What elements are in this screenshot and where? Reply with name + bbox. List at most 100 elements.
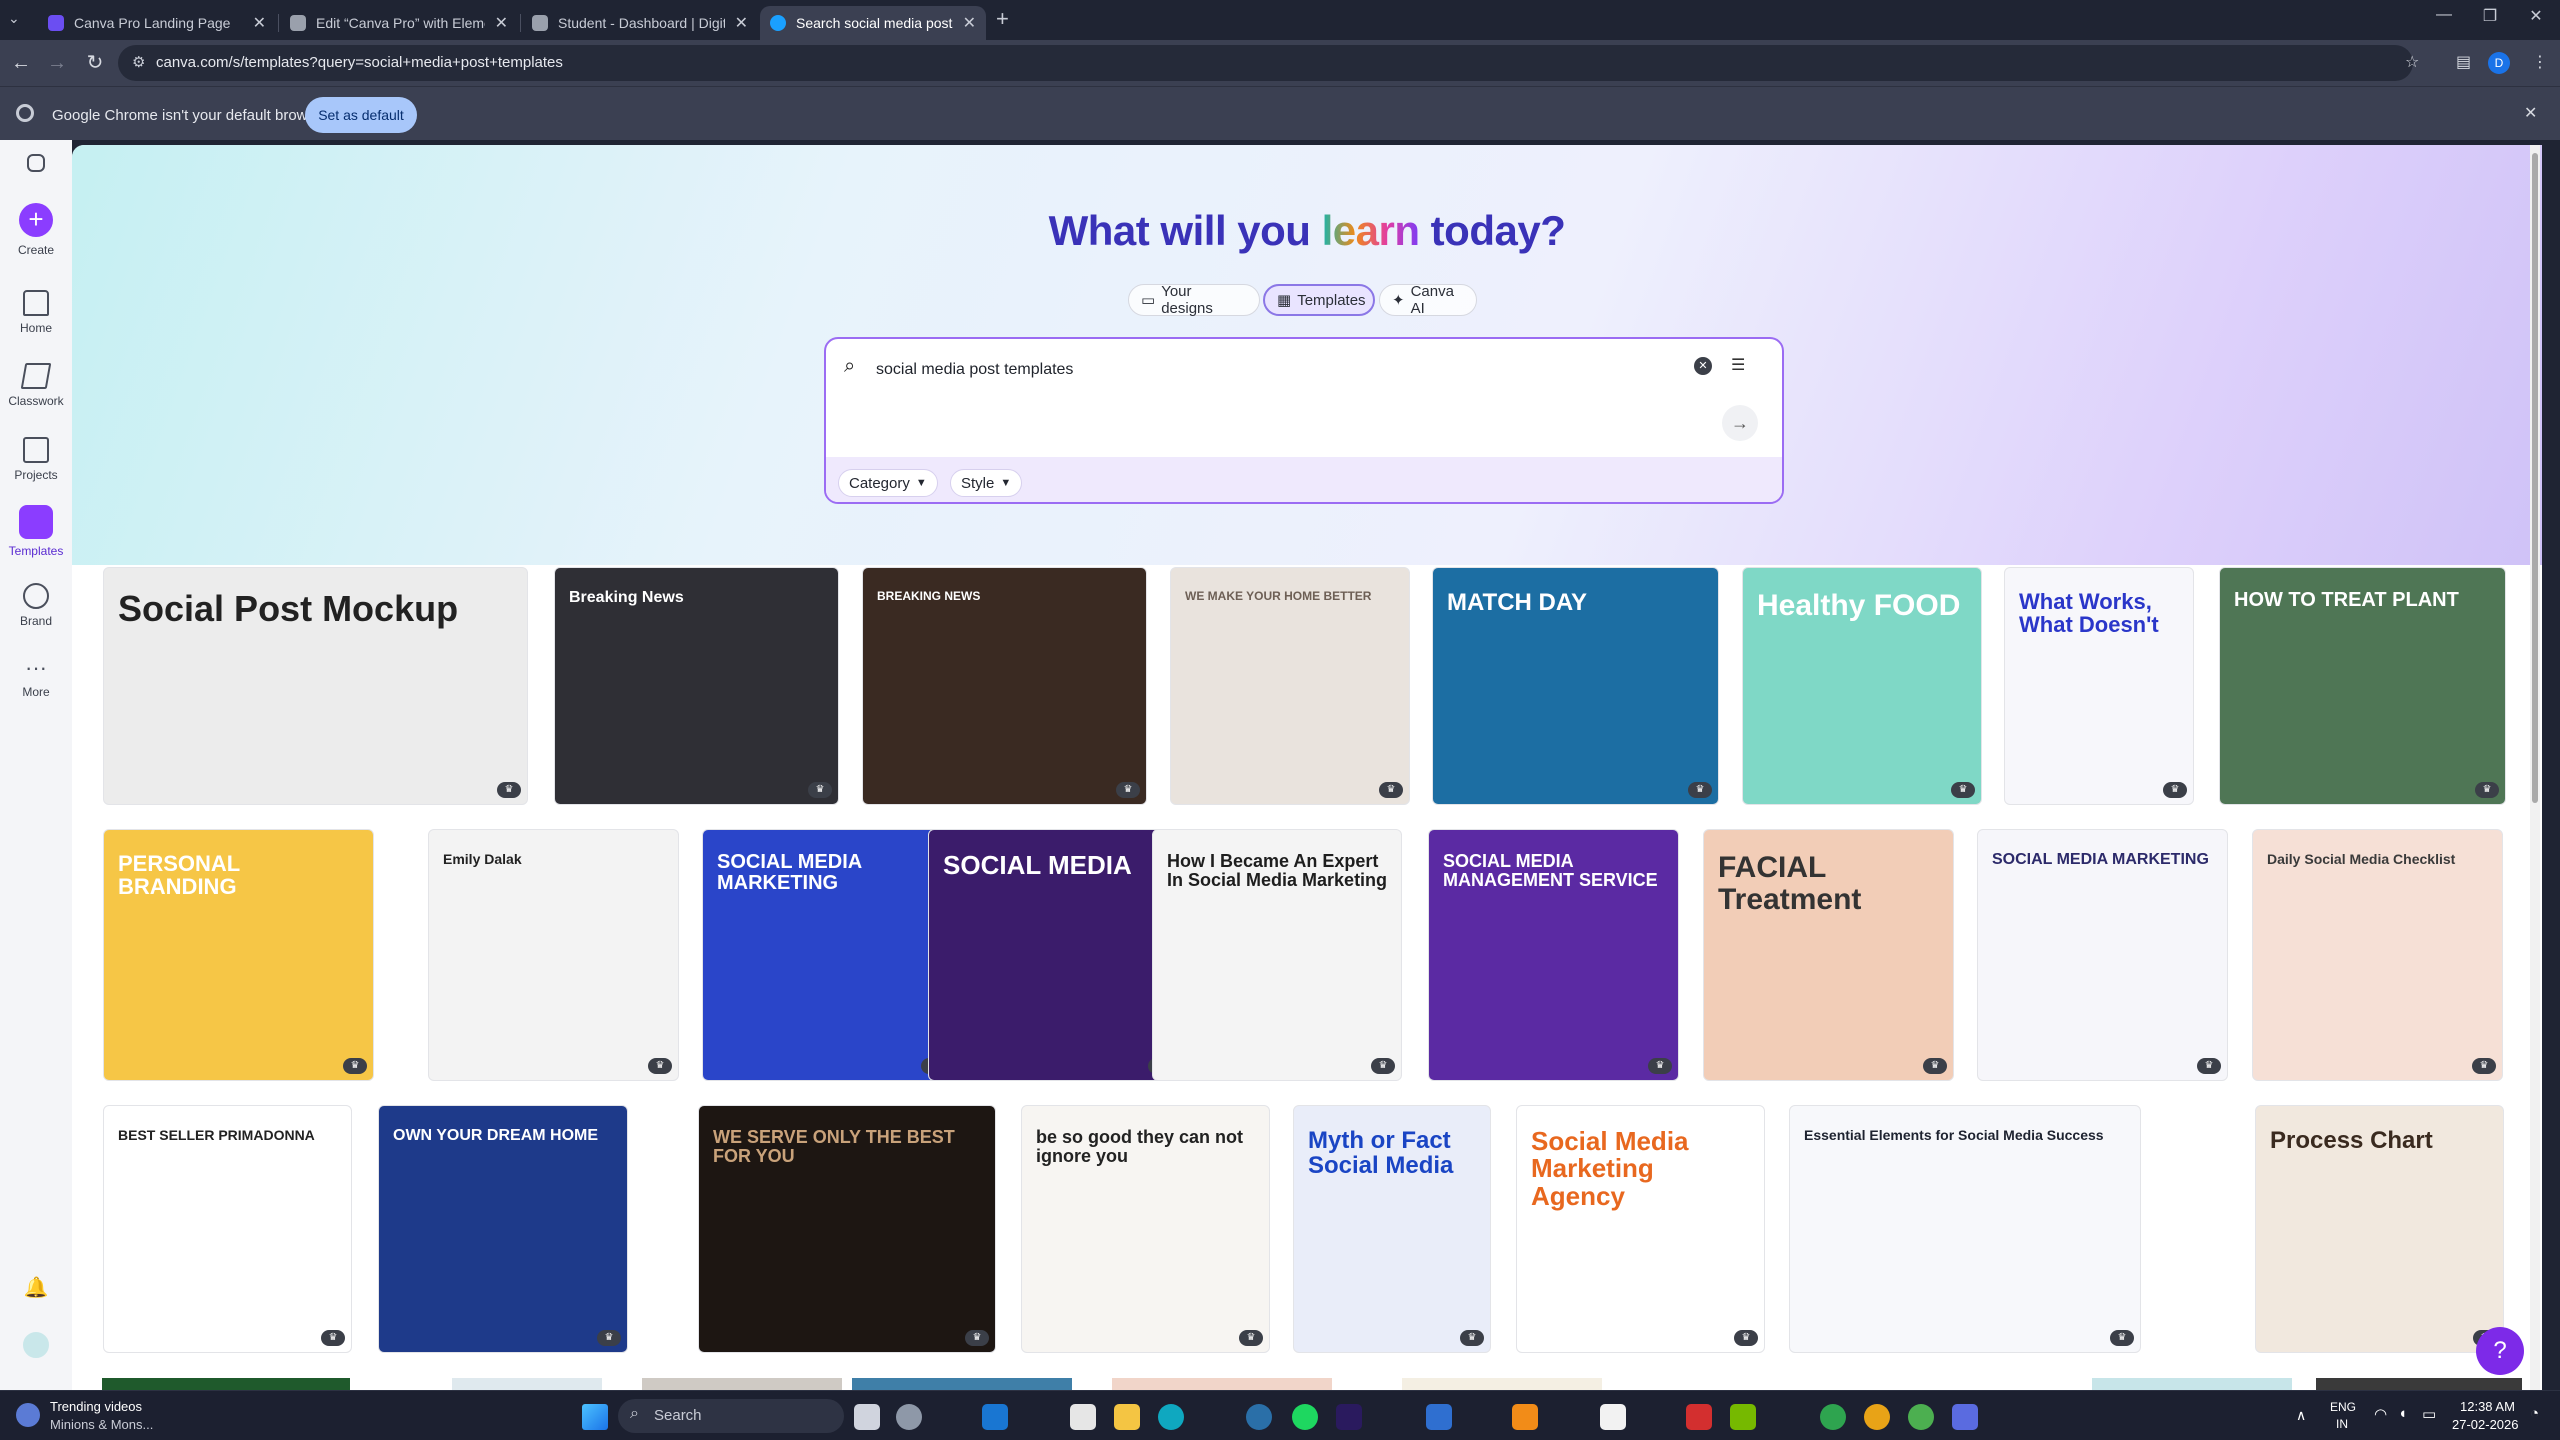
template-card-partial[interactable] [642,1378,842,1390]
browser-tab-student-dashboard[interactable]: Student - Dashboard | Digital T ✕ [522,6,758,40]
browser-tab-canva-pro-landing[interactable]: Canva Pro Landing Page ✕ [38,6,276,40]
template-card-partial[interactable] [2316,1378,2522,1390]
sidebar-item-home[interactable]: Home [0,290,72,335]
notion-icon[interactable] [1600,1404,1626,1430]
template-card[interactable]: Social Media Marketing Agency ♛ [1516,1105,1765,1353]
steam-icon[interactable] [1246,1404,1272,1430]
notification-bell-icon[interactable]: ◔ [2530,1405,2539,1422]
app-64-icon[interactable] [1686,1404,1712,1430]
template-card[interactable]: FACIAL Treatment ♛ [1703,829,1954,1081]
template-card-partial[interactable] [1112,1378,1332,1390]
url-text[interactable]: canva.com/s/templates?query=social+media… [156,54,563,71]
tab-search-icon[interactable]: ⌄ [8,10,20,27]
site-info-icon[interactable]: ⚙ [132,53,145,71]
minimize-icon[interactable]: — [2424,6,2464,24]
template-card[interactable]: Breaking News ♛ [554,567,839,805]
template-card[interactable]: HOW TO TREAT PLANT ♛ [2219,567,2506,805]
template-card[interactable]: Social Post Mockup ♛ [103,567,528,805]
chrome-icon[interactable] [1820,1404,1846,1430]
template-card[interactable]: BREAKING NEWS ♛ [862,567,1147,805]
back-icon[interactable]: ← [6,48,36,78]
template-card[interactable]: WE MAKE YOUR HOME BETTER ♛ [1170,567,1410,805]
app-blue-icon[interactable] [1952,1404,1978,1430]
template-card[interactable]: Process Chart♛ [2255,1105,2504,1353]
template-card[interactable]: How I Became An Expert In Social Media M… [1152,829,1402,1081]
template-card[interactable]: PERSONAL BRANDING ♛ [103,829,374,1081]
template-card[interactable]: WE SERVE ONLY THE BEST FOR YOU ♛ [698,1105,996,1353]
close-tab-icon[interactable]: ✕ [495,13,508,33]
wifi-icon[interactable]: ◠ [2374,1405,2387,1423]
search-input[interactable]: social media post templates [876,361,1073,379]
profile-avatar[interactable]: D [2488,52,2510,74]
battery-icon[interactable]: ▭ [2422,1405,2436,1423]
notifications-button[interactable]: 🔔 [0,1275,72,1300]
template-card[interactable]: be so good they can not ignore you ♛ [1021,1105,1270,1353]
template-card[interactable]: Essential Elements for Social Media Succ… [1789,1105,2141,1353]
page-scrollbar[interactable] [2530,145,2540,1390]
tab-templates[interactable]: ▦ Templates [1263,284,1375,316]
sidebar-item-classwork[interactable]: Classwork [0,363,72,408]
template-card-partial[interactable] [452,1378,602,1390]
filter-sliders-icon[interactable]: ☰ [1731,355,1745,375]
chrome-profile-icon[interactable] [1864,1404,1890,1430]
template-card[interactable]: Myth or Fact Social Media ♛ [1293,1105,1491,1353]
new-tab-button[interactable]: + [996,6,1009,32]
template-card[interactable]: Emily Dalak ♛ [428,829,679,1081]
nvidia-icon[interactable] [1730,1404,1756,1430]
settings-icon[interactable] [896,1404,922,1430]
template-card[interactable]: MATCH DAY ♛ [1432,567,1719,805]
template-card[interactable]: SOCIAL MEDIA MARKETING♛ [702,829,952,1081]
language-indicator[interactable]: ENG [2330,1400,2356,1414]
spotify-icon[interactable] [1292,1404,1318,1430]
app-green-icon[interactable] [1908,1404,1934,1430]
start-menu-icon[interactable] [582,1404,608,1430]
set-as-default-button[interactable]: Set as default [305,97,417,133]
sidebar-item-projects[interactable]: Projects [0,437,72,482]
submit-arrow-icon[interactable]: → [1722,405,1758,441]
template-card[interactable]: What Works, What Doesn't ♛ [2004,567,2194,805]
template-card[interactable]: SOCIAL MEDIA MARKETING♛ [1977,829,2228,1081]
sidebar-item-create[interactable]: + Create [0,203,72,257]
reload-icon[interactable]: ↻ [80,48,110,78]
help-button[interactable]: ? [2476,1327,2524,1375]
browser-tab-canva-search[interactable]: Search social media post templ ✕ [760,6,986,40]
edge-icon[interactable] [1158,1404,1184,1430]
outlook-icon[interactable] [982,1404,1008,1430]
template-card[interactable]: Daily Social Media Checklist ♛ [2252,829,2503,1081]
forward-icon[interactable]: → [42,48,72,78]
sidebar-item-more[interactable]: ··· More [0,657,72,700]
sidebar-item-brand[interactable]: Brand [0,583,72,628]
extensions-icon[interactable]: ▤ [2456,52,2471,72]
bookmark-star-icon[interactable]: ☆ [2405,52,2419,72]
close-tab-icon[interactable]: ✕ [735,13,748,33]
tab-your-designs[interactable]: ▭ Your designs [1128,283,1260,317]
sidebar-toggle[interactable] [0,154,72,177]
close-window-icon[interactable]: ✕ [2516,6,2556,26]
task-view-icon[interactable] [854,1404,880,1430]
template-card[interactable]: Healthy FOOD ♛ [1742,567,1982,805]
clock-time[interactable]: 12:38 AM [2460,1399,2515,1414]
close-tab-icon[interactable]: ✕ [253,13,266,33]
close-tab-icon[interactable]: ✕ [963,13,976,33]
volume-icon[interactable]: ◖ [2398,1405,2407,1422]
template-card[interactable]: SOCIAL MEDIA♛ [928,829,1179,1081]
vlc-icon[interactable] [1512,1404,1538,1430]
weather-widget[interactable]: Trending videos Minions & Mons... [16,1399,216,1435]
maximize-icon[interactable]: ❐ [2470,6,2510,26]
clear-search-icon[interactable]: ✕ [1694,357,1712,375]
sidebar-item-templates[interactable]: Templates [0,505,72,558]
file-explorer-icon[interactable] [1114,1404,1140,1430]
template-card-partial[interactable] [2092,1378,2292,1390]
style-filter-dropdown[interactable]: Style ▼ [950,469,1023,497]
category-filter-dropdown[interactable]: Category ▼ [838,469,938,497]
template-card[interactable]: OWN YOUR DREAM HOME ♛ [378,1105,628,1353]
browser-tab-elementor[interactable]: Edit “Canva Pro” with Elemento ✕ [280,6,518,40]
close-infobar-icon[interactable]: ✕ [2524,103,2537,123]
tray-chevron-icon[interactable]: ∧ [2296,1407,2306,1424]
chrome-menu-icon[interactable]: ⋮ [2532,52,2548,72]
template-card-partial[interactable] [102,1378,350,1390]
taskbar-search[interactable]: ⌕ Search [618,1399,844,1433]
scrollbar-thumb[interactable] [2532,153,2538,803]
template-card[interactable]: BEST SELLER PRIMADONNA ♛ [103,1105,352,1353]
account-avatar[interactable] [0,1330,72,1360]
